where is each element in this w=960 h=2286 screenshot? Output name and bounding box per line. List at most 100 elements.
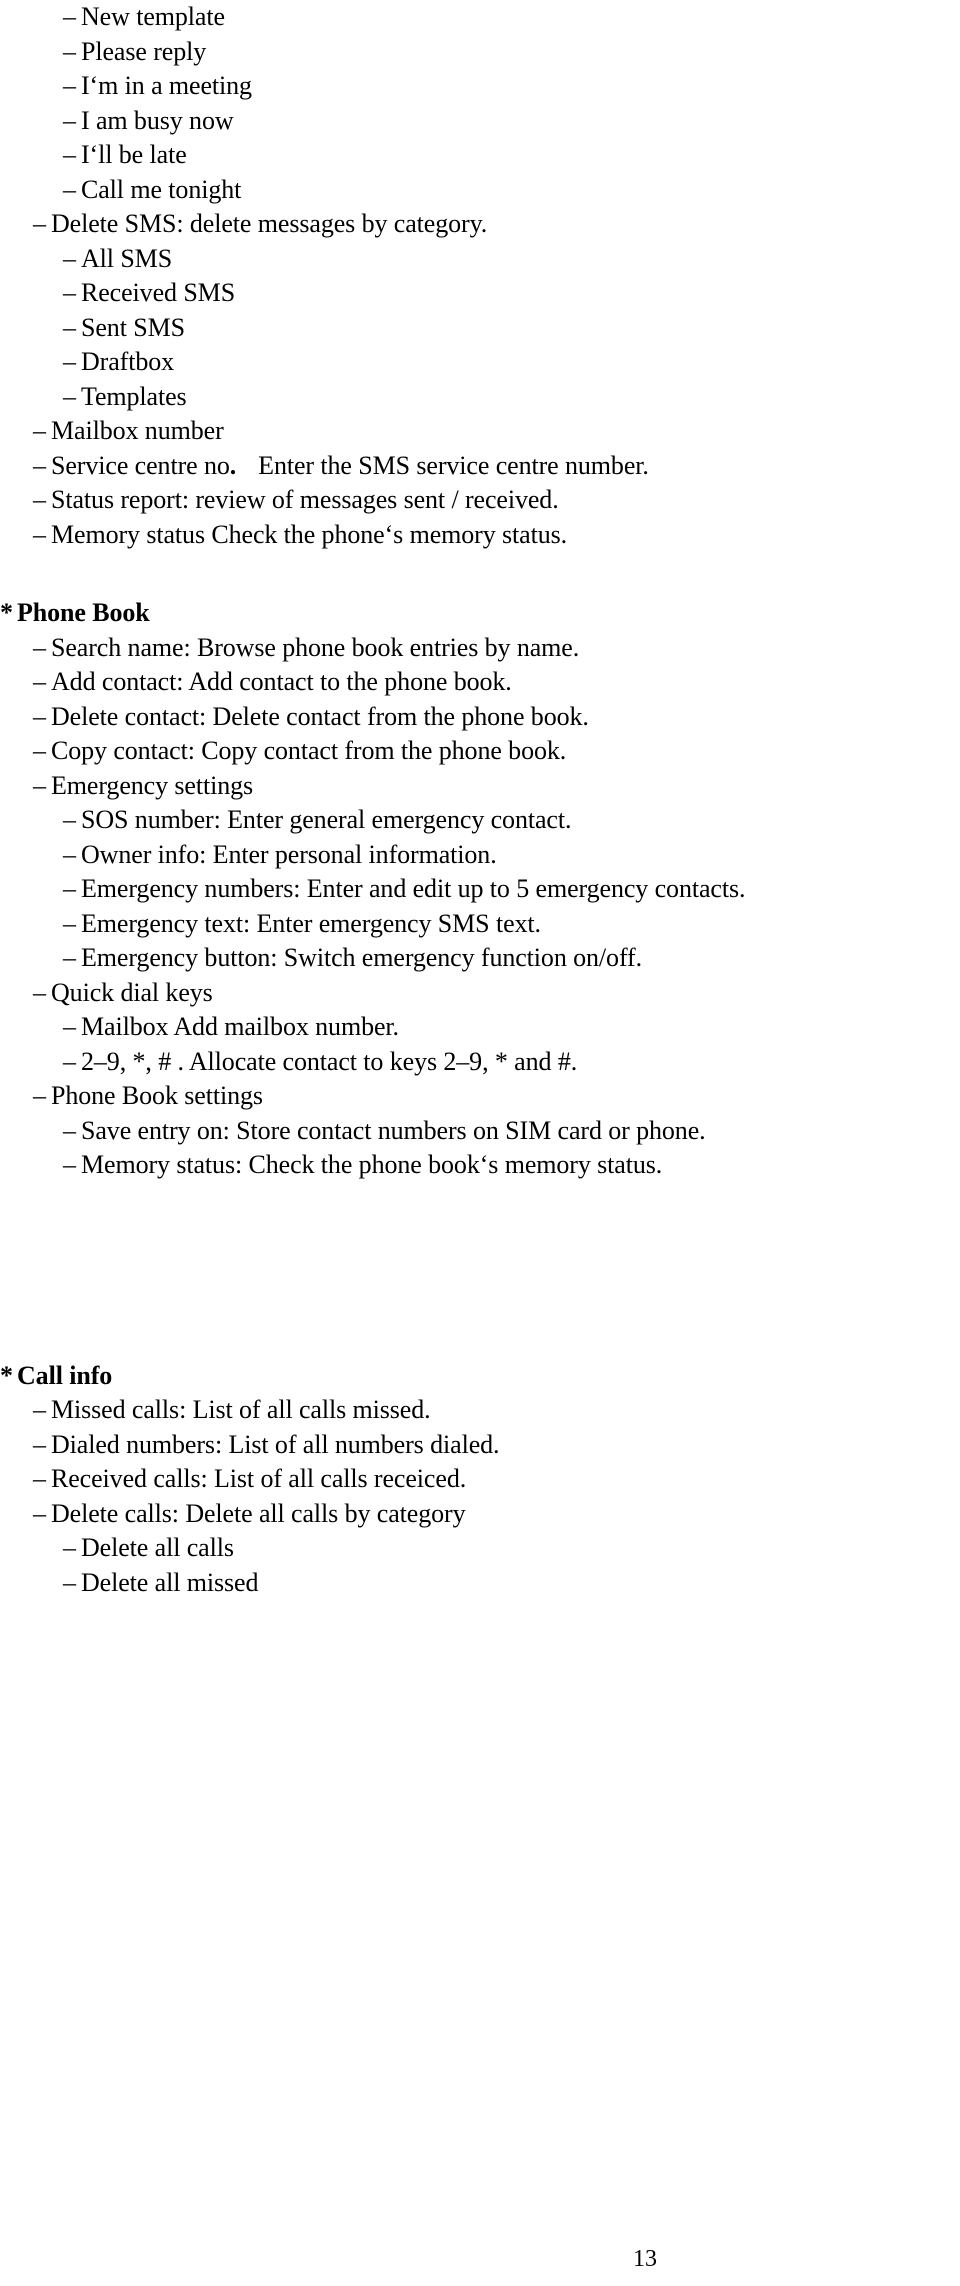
list-item: – Phone Book settings: [33, 1079, 960, 1114]
dash-bullet-icon: –: [33, 1429, 46, 1459]
dash-bullet-icon: –: [33, 977, 46, 1007]
dash-bullet-icon: –: [33, 1395, 46, 1424]
dash-bullet-icon: –: [33, 632, 46, 662]
list-item-label: Delete all missed: [81, 1567, 259, 1597]
list-item: – Memory status: Check the phone book‘s m…: [63, 1148, 960, 1183]
dash-bullet-icon: –: [63, 805, 76, 834]
list-item-label: Received calls: List of all calls receic…: [51, 1464, 467, 1493]
dash-bullet-icon: –: [63, 174, 76, 204]
list-item-label: Emergency text: Enter emergency SMS text…: [81, 908, 541, 938]
section-heading-label: Phone Book: [17, 598, 150, 627]
dash-bullet-icon: –: [63, 839, 76, 869]
list-item: – All SMS: [63, 242, 960, 277]
list-item: – Draftbox: [63, 345, 960, 380]
dash-bullet-icon: –: [63, 1046, 76, 1076]
list-item-description: Enter the SMS service centre number.: [258, 450, 649, 480]
dash-bullet-icon: –: [33, 1498, 46, 1528]
list-item-label: Mailbox Add mailbox number.: [81, 1012, 399, 1041]
list-item-label: Emergency button: Switch emergency funct…: [81, 943, 642, 972]
list-item-label: Memory status: Check the phone book‘s me…: [81, 1150, 663, 1179]
list-item-label: Copy contact: Copy contact from the phon…: [51, 736, 567, 765]
list-item: – I‘ll be late: [63, 138, 960, 173]
list-item: – Delete contact: Delete contact from the…: [33, 700, 960, 735]
dash-bullet-icon: –: [33, 450, 46, 480]
dash-bullet-icon: –: [33, 667, 46, 696]
list-item: – Delete calls: Delete all calls by categ…: [33, 1497, 960, 1532]
list-item: – New template: [63, 0, 960, 35]
dash-bullet-icon: –: [63, 312, 76, 342]
list-item-label: Add contact: Add contact to the phone bo…: [51, 667, 512, 696]
list-item: – I am busy now: [63, 104, 960, 139]
dash-bullet-icon: –: [63, 874, 76, 903]
list-item-label: SOS number: Enter general emergency cont…: [81, 805, 572, 834]
dash-bullet-icon: –: [33, 1081, 46, 1110]
list-item: – Delete all missed: [63, 1566, 960, 1601]
list-item-label: Call me tonight: [81, 174, 242, 204]
list-item: – Call me tonight: [63, 173, 960, 208]
dash-bullet-icon: –: [63, 1567, 76, 1597]
list-item-label: All SMS: [81, 243, 173, 273]
dash-bullet-icon: –: [33, 519, 46, 549]
dash-bullet-icon: –: [63, 243, 76, 273]
list-item-label: Status report: review of messages sent /…: [51, 485, 559, 514]
section-heading: * Phone Book: [0, 596, 960, 631]
list-item-label: Draftbox: [81, 347, 175, 376]
list-item-label: 2–9, *, # . Allocate contact to keys 2–9…: [81, 1046, 578, 1076]
section-heading: * Call info: [0, 1359, 960, 1394]
asterisk-bullet-icon: *: [0, 598, 13, 627]
list-item-label: Delete SMS: delete messages by category.: [51, 209, 488, 238]
list-item-label: Owner info: Enter personal information.: [81, 839, 497, 869]
list-item-label: Sent SMS: [81, 312, 185, 342]
list-item: – I‘m in a meeting: [63, 69, 960, 104]
dash-bullet-icon: –: [33, 701, 46, 731]
list-item-label-emphasis: .: [229, 450, 237, 480]
list-item-label: Service centre no: [51, 450, 230, 480]
list-item: – Delete all calls: [63, 1531, 960, 1566]
list-item-label: Please reply: [81, 36, 207, 66]
vertical-spacer: [0, 552, 960, 596]
section-heading-label: Call info: [17, 1360, 113, 1390]
list-item-label: Dialed numbers: List of all numbers dial…: [51, 1429, 500, 1459]
dash-bullet-icon: –: [63, 105, 76, 135]
list-item-label: Save entry on: Store contact numbers on …: [81, 1115, 706, 1145]
dash-bullet-icon: –: [63, 36, 76, 66]
dash-bullet-icon: –: [63, 140, 76, 169]
list-item: – SOS number: Enter general emergency con…: [63, 803, 960, 838]
dash-bullet-icon: –: [63, 1533, 76, 1562]
dash-bullet-icon: –: [33, 736, 46, 765]
dash-bullet-icon: –: [63, 1115, 76, 1145]
dash-bullet-icon: –: [63, 381, 76, 411]
list-item: – Add contact: Add contact to the phone b…: [33, 665, 960, 700]
document-content: – New template – Please reply – I‘m in a meet…: [0, 0, 960, 1600]
list-item: – Quick dial keys: [33, 976, 960, 1011]
list-item: – Search name: Browse phone book entries …: [33, 631, 960, 666]
list-item: –2–9, *, # . Allocate contact to keys 2–…: [63, 1045, 960, 1080]
list-item-label: Received SMS: [81, 278, 236, 307]
list-item-label: Phone Book settings: [51, 1081, 263, 1110]
document-page: – New template – Please reply – I‘m in a meet…: [0, 0, 960, 2286]
dash-bullet-icon: –: [33, 485, 46, 514]
list-item: – Emergency button: Switch emergency func…: [63, 941, 960, 976]
list-item-label: Delete contact: Delete contact from the …: [51, 701, 589, 731]
list-item-label: I‘m in a meeting: [81, 71, 252, 100]
list-item: – Emergency settings: [33, 769, 960, 804]
list-item: – Mailbox number: [33, 414, 960, 449]
list-item-label: Emergency settings: [51, 770, 254, 800]
dash-bullet-icon: –: [33, 209, 46, 238]
dash-bullet-icon: –: [33, 770, 46, 800]
list-item-label: Delete calls: Delete all calls by catego…: [51, 1498, 466, 1528]
dash-bullet-icon: –: [63, 71, 76, 100]
list-item: – Templates: [63, 380, 960, 415]
asterisk-bullet-icon: *: [0, 1360, 13, 1390]
list-item: – Missed calls: List of all calls missed.: [33, 1393, 960, 1428]
list-item: – Sent SMS: [63, 311, 960, 346]
list-item-label: Missed calls: List of all calls missed.: [51, 1395, 431, 1424]
dash-bullet-icon: –: [63, 1012, 76, 1041]
list-item: – Memory status Check the phone‘s memory …: [33, 518, 960, 553]
list-item: – Received calls: List of all calls recei…: [33, 1462, 960, 1497]
list-item: – Dialed numbers: List of all numbers dia…: [33, 1428, 960, 1463]
dash-bullet-icon: –: [33, 1464, 46, 1493]
list-item: – Status report: review of messages sent …: [33, 483, 960, 518]
dash-bullet-icon: –: [63, 347, 76, 376]
dash-bullet-icon: –: [63, 943, 76, 972]
